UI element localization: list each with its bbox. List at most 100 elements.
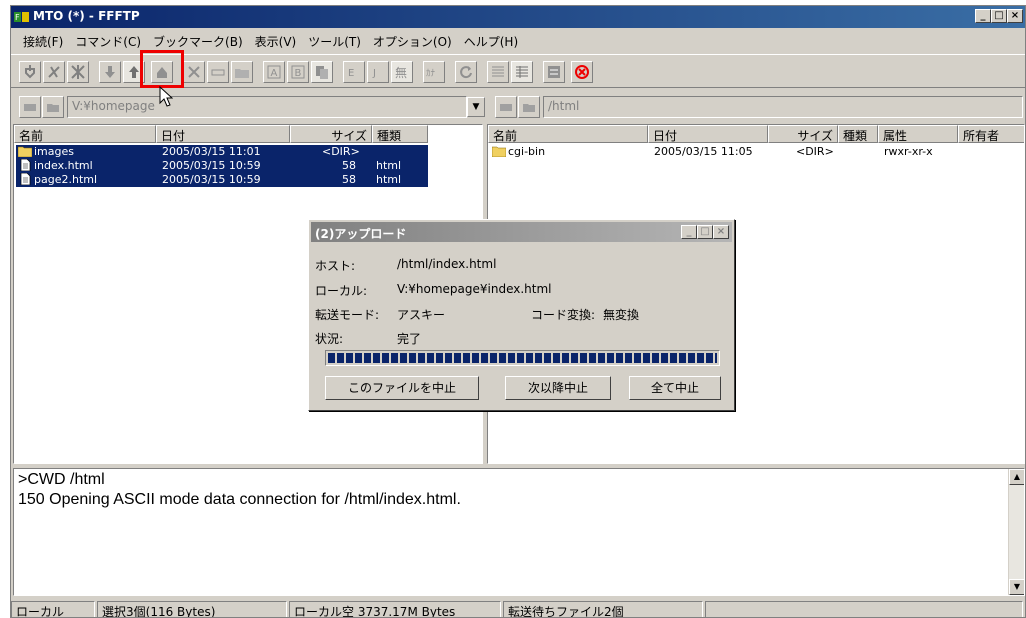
delete-icon [188,66,200,78]
delete-button[interactable] [183,61,205,83]
no-convert-icon: 無 [395,65,407,80]
state-label: 状況: [315,332,344,346]
menu-help[interactable]: ヘルプ(H) [458,29,524,51]
ascii-mode-icon: A [267,65,281,79]
menu-options[interactable]: オプション(O) [367,29,458,51]
local-path-dropdown[interactable]: ▼ [467,97,485,117]
list-view-button[interactable] [487,61,509,83]
download-button[interactable] [99,61,121,83]
binary-mode-button[interactable]: B [287,61,309,83]
remote-col-owner[interactable]: 所有者 [958,125,1024,143]
folder-up-icon [47,104,59,112]
menu-bar: 接続(F) コマンド(C) ブックマーク(B) 表示(V) ツール(T) オプシ… [11,29,1025,51]
status-extra [705,601,1023,617]
remote-path-input[interactable]: /html [543,96,1023,118]
list-item[interactable]: page2.html 2005/03/15 10:59 58 html [16,173,428,187]
remote-col-attr[interactable]: 属性 [878,125,958,143]
cancel-this-file-button[interactable]: このファイルを中止 [325,376,479,400]
scroll-down-button[interactable]: ▼ [1009,579,1024,595]
no-convert-button[interactable]: 無 [391,61,413,83]
svg-text:E: E [348,68,354,79]
file-attr: rwxr-xr-x [884,145,933,158]
remote-col-date[interactable]: 日付 [648,125,768,143]
local-col-name[interactable]: 名前 [14,125,156,143]
log-scrollbar[interactable]: ▲ ▼ [1008,469,1024,595]
minimize-button[interactable]: _ [975,9,991,23]
upload-dialog: (2)アップロード _ □ × ホスト: /html/index.html ロー… [308,219,735,411]
local-col-type[interactable]: 種類 [372,125,428,143]
auto-mode-button[interactable] [311,61,333,83]
cancel-remaining-button[interactable]: 次以降中止 [505,376,611,400]
connect-button[interactable] [19,61,41,83]
menu-view[interactable]: 表示(V) [249,29,303,51]
rename-icon [211,69,225,76]
menu-command[interactable]: コマンド(C) [69,29,147,51]
mkdir-icon [235,69,249,78]
file-name: page2.html [34,173,98,186]
dialog-title-bar: (2)アップロード _ □ × [311,222,732,242]
progress-bar [325,350,720,366]
maximize-button[interactable]: □ [991,9,1007,23]
sync-button[interactable] [543,61,565,83]
remote-drive-button[interactable] [495,96,517,118]
euc-icon: E [348,68,354,79]
folder-up-icon [523,104,535,112]
upload-icon [129,66,139,78]
file-date: 2005/03/15 11:05 [654,145,753,158]
host-value: /html/index.html [397,257,497,271]
kana-button[interactable]: ｶﾅ [423,61,445,83]
quick-connect-button[interactable] [67,61,89,83]
remote-col-size[interactable]: サイズ [768,125,838,143]
upload-button[interactable] [123,61,145,83]
dialog-maximize-button[interactable]: □ [697,225,713,239]
file-size: <DIR> [322,145,360,158]
binary-mode-icon: B [291,65,305,79]
svg-text:A: A [271,68,278,79]
list-item[interactable]: index.html 2005/03/15 10:59 58 html [16,159,428,173]
jis-button[interactable]: J [367,61,389,83]
local-col-date[interactable]: 日付 [156,125,290,143]
menu-connect[interactable]: 接続(F) [17,29,69,51]
menu-tools[interactable]: ツール(T) [302,29,367,51]
disconnect-button[interactable] [43,61,65,83]
local-col-size[interactable]: サイズ [290,125,372,143]
log-line: 150 Opening ASCII mode data connection f… [18,491,461,508]
auto-mode-icon [316,66,328,79]
mirror-upload-button[interactable] [151,61,173,83]
refresh-button[interactable] [455,61,477,83]
remote-col-type[interactable]: 種類 [838,125,878,143]
file-size: 58 [342,173,356,186]
mode-value: アスキー [397,308,446,322]
svg-text:F: F [15,13,20,22]
mkdir-button[interactable] [231,61,253,83]
local-drive-button[interactable] [19,96,41,118]
status-free-space: ローカル空 3737.17M Bytes [289,601,501,617]
detail-view-button[interactable] [511,61,533,83]
list-item[interactable]: cgi-bin 2005/03/15 11:05 <DIR> rwxr-xr-x [490,145,1010,159]
file-icon [20,173,31,185]
svg-text:J: J [372,68,376,79]
host-label: ホスト: [315,259,356,273]
ascii-mode-button[interactable]: A [263,61,285,83]
state-value: 完了 [397,332,422,346]
close-button[interactable]: × [1007,9,1023,23]
menu-bookmark[interactable]: ブックマーク(B) [147,29,249,51]
list-item[interactable]: images 2005/03/15 11:01 <DIR> [16,145,428,159]
title-bar: F MTO (*) - FFFTP _ □ × [11,6,1025,28]
log-pane: >CWD /html 150 Opening ASCII mode data c… [13,468,1025,596]
local-folder-up-button[interactable] [42,96,64,118]
dialog-close-button[interactable]: × [713,225,729,239]
dialog-minimize-button[interactable]: _ [681,225,697,239]
remote-col-name[interactable]: 名前 [488,125,648,143]
mirror-upload-icon [157,67,167,78]
scroll-up-button[interactable]: ▲ [1009,469,1024,485]
quick-connect-icon [71,65,85,79]
local-value: V:¥homepage¥index.html [397,282,552,296]
local-path-input[interactable]: V:¥homepage [67,96,467,118]
rename-button[interactable] [207,61,229,83]
euc-button[interactable]: E [343,61,365,83]
stop-button[interactable] [571,61,593,83]
local-path-bar: V:¥homepage ▼ [11,94,489,120]
cancel-all-button[interactable]: 全て中止 [629,376,721,400]
remote-folder-up-button[interactable] [518,96,540,118]
